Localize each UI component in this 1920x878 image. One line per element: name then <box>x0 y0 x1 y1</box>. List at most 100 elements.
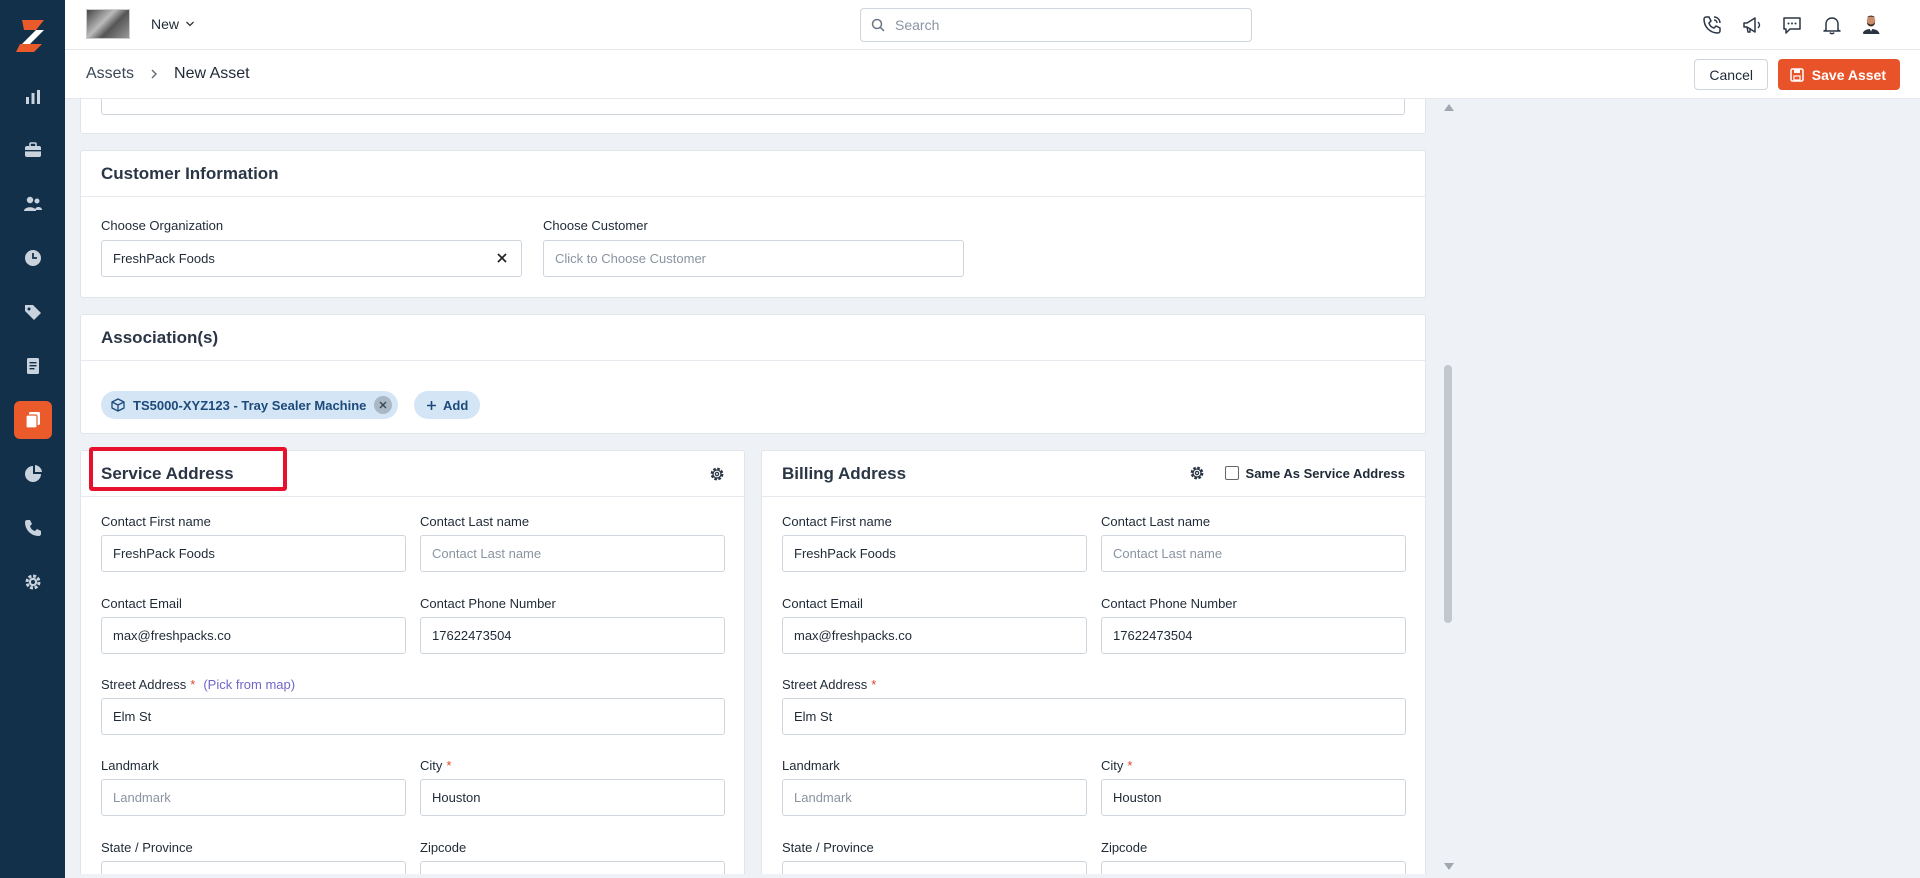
scroll-thumb[interactable] <box>1444 365 1452 623</box>
scroll-up-arrow-icon[interactable] <box>1444 104 1454 111</box>
required-marker: * <box>1127 758 1133 773</box>
service-city-label-text: City <box>420 758 443 773</box>
gear-icon[interactable] <box>709 466 725 482</box>
nav-tag-icon[interactable] <box>14 293 52 331</box>
content-scrollbar[interactable] <box>1441 99 1455 878</box>
remove-association-icon[interactable] <box>374 396 393 414</box>
chevron-right-icon <box>151 69 158 79</box>
required-marker: * <box>871 677 877 692</box>
service-email-input[interactable]: max@freshpacks.co <box>101 617 406 654</box>
service-address-highlight <box>89 447 287 491</box>
billing-email-label: Contact Email <box>782 596 863 611</box>
same-as-service-toggle[interactable]: Same As Service Address <box>1189 465 1405 481</box>
gear-icon[interactable] <box>1189 465 1205 481</box>
chat-icon[interactable] <box>1780 13 1804 37</box>
service-last-name-input[interactable]: Contact Last name <box>420 535 725 572</box>
nav-assets-icon[interactable] <box>14 401 52 439</box>
new-menu-label: New <box>151 16 180 32</box>
phone-call-icon[interactable] <box>1700 13 1724 37</box>
associations-card: Association(s) TS5000-XYZ123 - Tray Seal… <box>80 314 1426 434</box>
billing-street-label: Street Address * <box>782 677 876 692</box>
new-menu-button[interactable]: New <box>151 16 195 32</box>
service-landmark-input[interactable]: Landmark <box>101 779 406 816</box>
billing-city-label-text: City <box>1101 758 1124 773</box>
choose-organization-field[interactable]: FreshPack Foods <box>101 240 522 277</box>
service-last-name-label: Contact Last name <box>420 514 530 529</box>
service-first-name-label: Contact First name <box>101 514 211 529</box>
choose-organization-value: FreshPack Foods <box>113 251 215 266</box>
scroll-down-arrow-icon[interactable] <box>1444 863 1454 870</box>
search-input[interactable] <box>895 17 1225 33</box>
associations-title: Association(s) <box>81 315 1425 361</box>
service-city-input[interactable]: Houston <box>420 779 725 816</box>
billing-landmark-input[interactable]: Landmark <box>782 779 1087 816</box>
service-city-label: City * <box>420 758 451 773</box>
user-avatar[interactable] <box>1860 12 1886 38</box>
service-landmark-label: Landmark <box>101 758 159 773</box>
service-street-input[interactable]: Elm St <box>101 698 725 735</box>
service-state-input[interactable] <box>101 861 406 874</box>
association-chip-label: TS5000-XYZ123 - Tray Sealer Machine <box>133 397 367 413</box>
billing-street-input[interactable]: Elm St <box>782 698 1406 735</box>
breadcrumb-assets-link[interactable]: Assets <box>86 65 134 83</box>
nav-settings-icon[interactable] <box>14 563 52 601</box>
required-marker: * <box>190 677 196 692</box>
billing-email-input[interactable]: max@freshpacks.co <box>782 617 1087 654</box>
search-box[interactable] <box>860 8 1252 42</box>
billing-street-label-text: Street Address <box>782 677 868 692</box>
choose-customer-field[interactable]: Click to Choose Customer <box>543 240 964 277</box>
add-association-label: Add <box>443 397 469 413</box>
billing-address-header: Billing Address Same As Service Address <box>762 451 1425 497</box>
billing-city-label: City * <box>1101 758 1132 773</box>
nav-invoice-icon[interactable] <box>14 347 52 385</box>
nav-briefcase-icon[interactable] <box>14 131 52 169</box>
billing-first-name-input[interactable]: FreshPack Foods <box>782 535 1087 572</box>
breadcrumb-bar: Assets New Asset Cancel Save Asset <box>65 50 1920 99</box>
nav-phone-icon[interactable] <box>14 509 52 547</box>
nav-reports-icon[interactable] <box>14 455 52 493</box>
billing-last-name-label: Contact Last name <box>1101 514 1211 529</box>
billing-state-input[interactable] <box>782 861 1087 874</box>
save-icon <box>1790 67 1804 82</box>
billing-city-input[interactable]: Houston <box>1101 779 1406 816</box>
service-address-header: Service Address <box>81 447 744 497</box>
required-marker: * <box>446 758 452 773</box>
billing-state-label: State / Province <box>782 840 874 855</box>
service-zip-input[interactable] <box>420 861 725 874</box>
app-logo-icon[interactable] <box>14 18 50 54</box>
plus-icon <box>427 400 436 410</box>
service-address-card: Service Address Contact First name Fresh… <box>80 447 745 874</box>
previous-section-input <box>101 99 1405 115</box>
nav-dashboard-icon[interactable] <box>14 78 52 116</box>
breadcrumb: Assets New Asset <box>86 65 250 83</box>
customer-information-card: Customer Information Choose Organization… <box>80 150 1426 298</box>
service-email-label: Contact Email <box>101 596 182 611</box>
close-icon[interactable] <box>495 251 509 265</box>
chevron-down-icon <box>186 21 194 27</box>
sidebar <box>0 0 65 878</box>
same-as-service-checkbox[interactable] <box>1224 466 1239 480</box>
service-phone-input[interactable]: 17622473504 <box>420 617 725 654</box>
billing-last-name-input[interactable]: Contact Last name <box>1101 535 1406 572</box>
billing-address-title: Billing Address <box>782 463 907 483</box>
page-title: New Asset <box>174 65 250 82</box>
search-icon <box>871 18 885 32</box>
same-as-service-label: Same As Service Address <box>1245 465 1405 481</box>
nav-clock-icon[interactable] <box>14 239 52 277</box>
cube-icon <box>111 398 125 412</box>
service-first-name-input[interactable]: FreshPack Foods <box>101 535 406 572</box>
billing-phone-input[interactable]: 17622473504 <box>1101 617 1406 654</box>
bell-icon[interactable] <box>1820 13 1844 37</box>
previous-section-card <box>80 99 1426 134</box>
main-content: Customer Information Choose Organization… <box>80 99 1427 874</box>
top-icons <box>1700 12 1886 38</box>
add-association-button[interactable]: Add <box>414 391 481 419</box>
cancel-button[interactable]: Cancel <box>1694 59 1768 90</box>
save-asset-button[interactable]: Save Asset <box>1777 59 1900 90</box>
company-thumbnail[interactable] <box>86 9 130 39</box>
nav-users-icon[interactable] <box>14 185 52 223</box>
association-chip[interactable]: TS5000-XYZ123 - Tray Sealer Machine <box>101 391 399 419</box>
billing-zip-input[interactable] <box>1101 861 1406 874</box>
pick-from-map-link[interactable]: (Pick from map) <box>203 677 295 692</box>
megaphone-icon[interactable] <box>1740 13 1764 37</box>
